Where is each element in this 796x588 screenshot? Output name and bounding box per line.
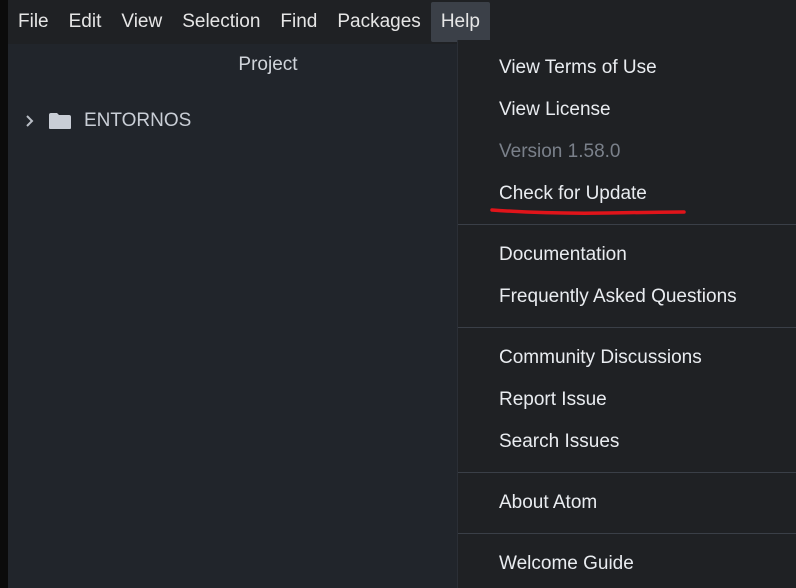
menu-packages[interactable]: Packages <box>327 2 430 42</box>
window-frame-edge <box>0 0 8 588</box>
menu-item-view-license[interactable]: View License <box>458 89 796 131</box>
help-dropdown-menu: View Terms of Use View License Version 1… <box>457 40 796 588</box>
menu-separator <box>458 327 796 328</box>
menu-find[interactable]: Find <box>270 2 327 42</box>
menu-item-report-issue[interactable]: Report Issue <box>458 379 796 421</box>
menu-item-documentation[interactable]: Documentation <box>458 234 796 276</box>
menu-help[interactable]: Help <box>430 2 490 42</box>
menu-item-faq[interactable]: Frequently Asked Questions <box>458 276 796 318</box>
menu-item-community[interactable]: Community Discussions <box>458 337 796 379</box>
chevron-right-icon[interactable] <box>22 113 38 129</box>
project-panel-title: Project <box>238 54 298 75</box>
menu-selection[interactable]: Selection <box>172 2 270 42</box>
menu-item-version: Version 1.58.0 <box>499 141 621 162</box>
menu-file[interactable]: File <box>8 2 59 42</box>
menu-bar: File Edit View Selection Find Packages H… <box>8 0 796 44</box>
tree-root-label: ENTORNOS <box>84 110 192 131</box>
menu-separator <box>458 472 796 473</box>
menu-item-welcome-guide[interactable]: Welcome Guide <box>458 543 796 585</box>
folder-icon <box>48 112 72 130</box>
menu-view[interactable]: View <box>111 2 172 42</box>
menu-item-about[interactable]: About Atom <box>458 482 796 524</box>
menu-separator <box>458 224 796 225</box>
menu-item-search-issues[interactable]: Search Issues <box>458 421 796 463</box>
project-tree-pane: Project ENTORNOS <box>8 44 458 588</box>
menu-item-check-update[interactable]: Check for Update <box>458 173 796 215</box>
menu-edit[interactable]: Edit <box>59 2 112 42</box>
menu-separator <box>458 533 796 534</box>
menu-item-view-terms[interactable]: View Terms of Use <box>458 47 796 89</box>
tree-root-folder[interactable]: ENTORNOS <box>22 108 191 134</box>
